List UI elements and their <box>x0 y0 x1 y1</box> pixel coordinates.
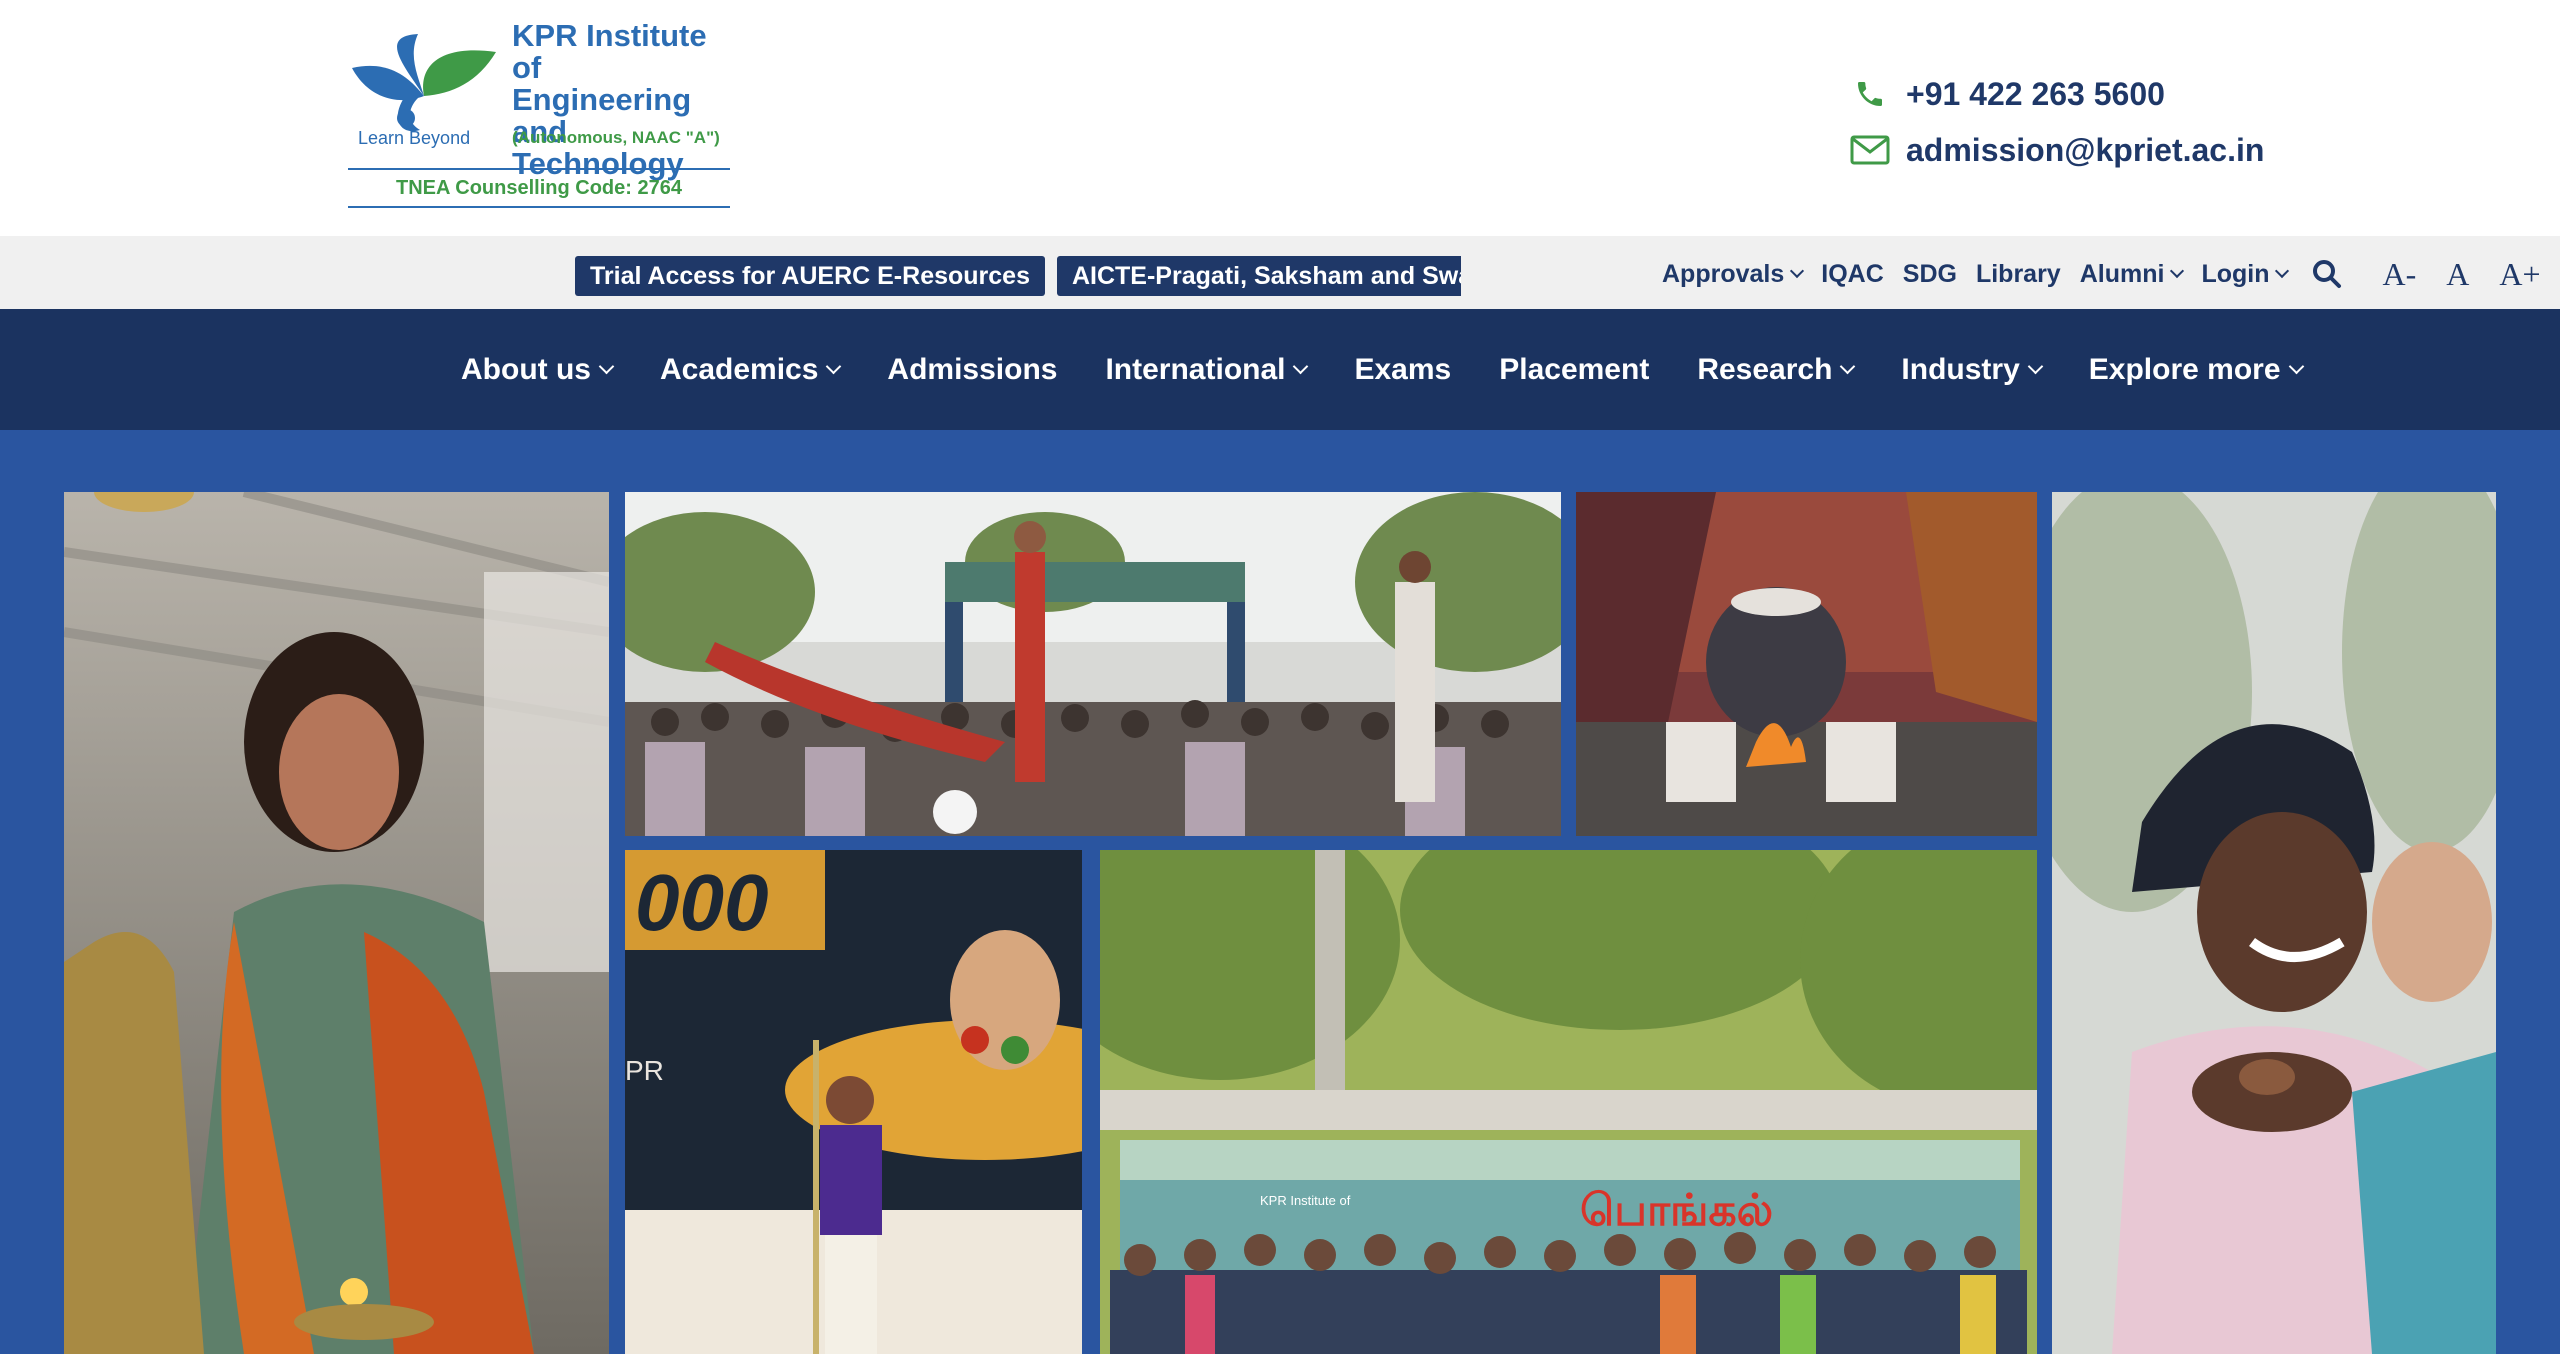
child-with-stick-photo: 000 PR <box>625 850 1082 1354</box>
util-link-library[interactable]: Library <box>1976 260 2061 289</box>
nav-item-label: Research <box>1697 352 1833 386</box>
util-link-sdg[interactable]: SDG <box>1903 260 1957 289</box>
chevron-down-icon <box>1840 358 1856 375</box>
logo-title: KPR Institute of Engineering and Technol… <box>512 20 742 180</box>
nav-item-research[interactable]: Research <box>1697 352 1856 387</box>
envelope-icon <box>1848 132 1892 168</box>
chevron-down-icon <box>1790 263 1805 279</box>
util-link-alumni[interactable]: Alumni <box>2079 259 2185 289</box>
pongal-pot-photo <box>1576 492 2037 836</box>
chevron-down-icon <box>1293 358 1309 375</box>
folk-dance-procession-photo <box>625 492 1561 836</box>
nav-item-placement[interactable]: Placement <box>1499 353 1649 387</box>
util-link-label: Library <box>1975 259 2061 288</box>
accreditation-label: (Autonomous, NAAC "A") <box>512 128 720 147</box>
chevron-down-icon <box>2275 263 2290 279</box>
nav-item-label: About us <box>461 352 591 386</box>
nav-item-explore-more[interactable]: Explore more <box>2088 352 2304 387</box>
util-link-label: Alumni <box>2079 259 2165 288</box>
announcement-ticker: Trial Access for AUERC E-Resources AICTE… <box>575 256 1461 296</box>
hero-banner-text: பொங்கல் <box>1580 1185 1773 1236</box>
email-contact[interactable]: admission@kpriet.ac.in <box>1848 122 2264 178</box>
nav-item-label: Exams <box>1354 352 1452 386</box>
nav-item-label: Academics <box>659 352 819 386</box>
svg-text:PR: PR <box>625 1055 664 1086</box>
email-address: admission@kpriet.ac.in <box>1906 131 2265 168</box>
nav-item-about-us[interactable]: About us <box>461 352 615 387</box>
reset-font-button[interactable]: A <box>2446 256 2469 293</box>
phone-icon <box>1848 76 1892 112</box>
main-navigation: About us Academics Admissions Internatio… <box>0 309 2560 430</box>
nav-item-label: Placement <box>1499 352 1650 386</box>
nav-item-international[interactable]: International <box>1105 352 1309 387</box>
nav-item-label: Industry <box>1901 352 2020 386</box>
lamp-lighting-photo <box>64 492 609 1354</box>
group-photo-pongal-banner: KPR Institute of பொங்கல் <box>1100 850 2037 1354</box>
util-link-iqac[interactable]: IQAC <box>1821 260 1884 289</box>
chevron-down-icon <box>826 358 842 375</box>
phone-number: +91 422 263 5600 <box>1906 75 2165 112</box>
nav-item-exams[interactable]: Exams <box>1354 353 1451 387</box>
decrease-font-button[interactable]: A- <box>2382 256 2416 293</box>
util-link-label: Approvals <box>1662 259 1785 288</box>
site-header: KPR Institute of Engineering and Technol… <box>0 0 2560 236</box>
increase-font-button[interactable]: A+ <box>2499 256 2540 293</box>
search-icon[interactable] <box>2310 257 2344 291</box>
nav-item-label: International <box>1105 352 1286 386</box>
nav-item-academics[interactable]: Academics <box>659 352 842 387</box>
institute-logo[interactable]: KPR Institute of Engineering and Technol… <box>348 20 732 210</box>
logo-tagline: Learn Beyond <box>358 128 471 148</box>
util-link-label: IQAC <box>1821 259 1884 288</box>
util-link-approvals[interactable]: Approvals <box>1662 259 1805 289</box>
nav-item-label: Explore more <box>2088 352 2281 386</box>
util-link-login[interactable]: Login <box>2201 259 2290 289</box>
hero-collage: 000 PR KPR Institute of பொங்கல் <box>0 430 2560 1354</box>
svg-text:000: 000 <box>635 858 768 947</box>
utility-nav: Approvals IQAC SDG Library Alumni Login … <box>1662 252 2560 296</box>
chevron-down-icon <box>2288 358 2304 375</box>
student-smiling-photo <box>2052 492 2496 1354</box>
logo-emblem-icon <box>352 34 496 132</box>
nav-item-industry[interactable]: Industry <box>1901 352 2044 387</box>
announcement-item[interactable]: Trial Access for AUERC E-Resources <box>575 256 1045 296</box>
chevron-down-icon <box>2170 263 2185 279</box>
nav-item-admissions[interactable]: Admissions <box>887 353 1057 387</box>
chevron-down-icon <box>598 358 615 375</box>
phone-contact[interactable]: +91 422 263 5600 <box>1848 66 2264 122</box>
util-link-label: Login <box>2201 259 2270 288</box>
utility-bar: Trial Access for AUERC E-Resources AICTE… <box>0 236 2560 309</box>
chevron-down-icon <box>2027 358 2044 375</box>
announcement-item[interactable]: AICTE-Pragati, Saksham and Swanath Schol… <box>1056 256 1461 296</box>
nav-item-label: Admissions <box>887 352 1058 386</box>
tnea-counselling-code: TNEA Counselling Code: 2764 <box>348 168 730 208</box>
util-link-label: SDG <box>1902 259 1957 288</box>
contact-info: +91 422 263 5600 admission@kpriet.ac.in <box>1848 66 2264 178</box>
logo-title-line: KPR Institute of <box>512 18 707 85</box>
svg-text:KPR Institute of: KPR Institute of <box>1260 1193 1351 1208</box>
main-nav-list: About us Academics Admissions Internatio… <box>461 309 2350 430</box>
